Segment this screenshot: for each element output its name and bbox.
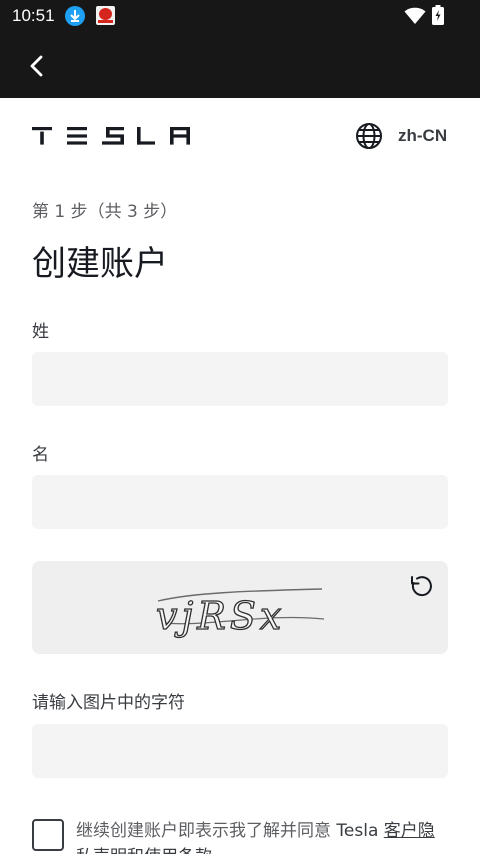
back-arrow-icon	[30, 55, 43, 77]
last-name-input[interactable]	[32, 352, 448, 406]
status-bar: 10:51	[0, 0, 480, 34]
globe-icon[interactable]	[355, 122, 383, 150]
captcha-box: vjRSx	[32, 561, 448, 654]
terms-text: 继续创建账户即表示我了解并同意 Tesla 客户隐私声明和使用条款	[76, 818, 436, 854]
app-notification-icon	[96, 6, 115, 25]
captcha-input[interactable]	[32, 724, 448, 778]
battery-charging-icon	[432, 5, 444, 25]
terms-brand: Tesla	[336, 821, 379, 841]
language-selector[interactable]: zh-CN	[398, 126, 447, 146]
tesla-logo	[32, 127, 190, 145]
captcha-text: vjRSx	[156, 594, 285, 638]
terms-prefix: 继续创建账户即表示我了解并同意	[76, 821, 337, 841]
back-button[interactable]	[22, 50, 54, 82]
last-name-label: 姓	[32, 322, 49, 342]
captcha-image: vjRSx	[155, 588, 325, 639]
captcha-input-label: 请输入图片中的字符	[32, 693, 185, 713]
status-time: 10:51	[12, 6, 55, 25]
first-name-label: 名	[32, 445, 49, 465]
page-title: 创建账户	[32, 244, 168, 284]
wifi-icon	[404, 7, 426, 25]
download-icon	[65, 6, 85, 26]
refresh-icon[interactable]	[408, 574, 434, 600]
terms-checkbox[interactable]	[32, 819, 64, 851]
app-bar	[0, 34, 480, 98]
step-indicator: 第 1 步（共 3 步）	[32, 202, 178, 222]
first-name-input[interactable]	[32, 475, 448, 529]
